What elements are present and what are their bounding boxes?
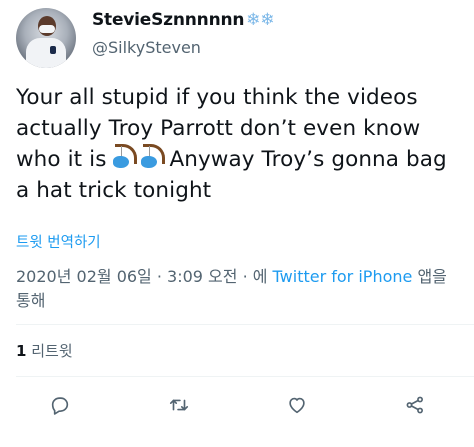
retweet-button[interactable] bbox=[161, 387, 197, 423]
retweet-label: 리트윗 bbox=[31, 342, 73, 360]
tweet-text: Your all stupid if you think the videos … bbox=[16, 82, 464, 206]
divider bbox=[16, 324, 474, 325]
tweet-meta: 2020년 02월 06일 · 3:09 오전 · 에 Twitter for … bbox=[16, 265, 464, 313]
like-button[interactable] bbox=[279, 387, 315, 423]
reply-icon bbox=[51, 397, 69, 415]
retweet-icon bbox=[169, 399, 189, 411]
tweet-card: StevieSznnnnnn ❄❄ @SilkySteven Your all … bbox=[0, 0, 474, 447]
reply-button[interactable] bbox=[42, 387, 78, 423]
share-button[interactable] bbox=[397, 387, 433, 423]
action-bar bbox=[0, 387, 474, 423]
share-icon bbox=[406, 396, 423, 414]
avatar[interactable] bbox=[16, 8, 76, 68]
tweet-header: StevieSznnnnnn ❄❄ @SilkySteven bbox=[16, 8, 456, 68]
retweet-stats[interactable]: 1 리트윗 bbox=[16, 340, 73, 361]
fishing-pole-icon bbox=[113, 144, 141, 170]
divider bbox=[16, 376, 474, 377]
snowflake-icon: ❄❄ bbox=[246, 9, 275, 30]
display-name-text: StevieSznnnnnn bbox=[92, 10, 245, 30]
display-name[interactable]: StevieSznnnnnn ❄❄ bbox=[92, 9, 275, 30]
fishing-pole-icon bbox=[141, 144, 169, 170]
retweet-count: 1 bbox=[16, 342, 27, 360]
user-handle[interactable]: @SilkySteven bbox=[92, 38, 274, 57]
source-link[interactable]: Twitter for iPhone bbox=[273, 267, 413, 286]
author-names[interactable]: StevieSznnnnnn ❄❄ @SilkySteven bbox=[92, 9, 275, 57]
heart-icon bbox=[289, 397, 305, 414]
translate-tweet-link[interactable]: 트윗 번역하기 bbox=[16, 231, 101, 252]
timestamp[interactable]: 2020년 02월 06일 · 3:09 오전 · 에 bbox=[16, 267, 273, 286]
